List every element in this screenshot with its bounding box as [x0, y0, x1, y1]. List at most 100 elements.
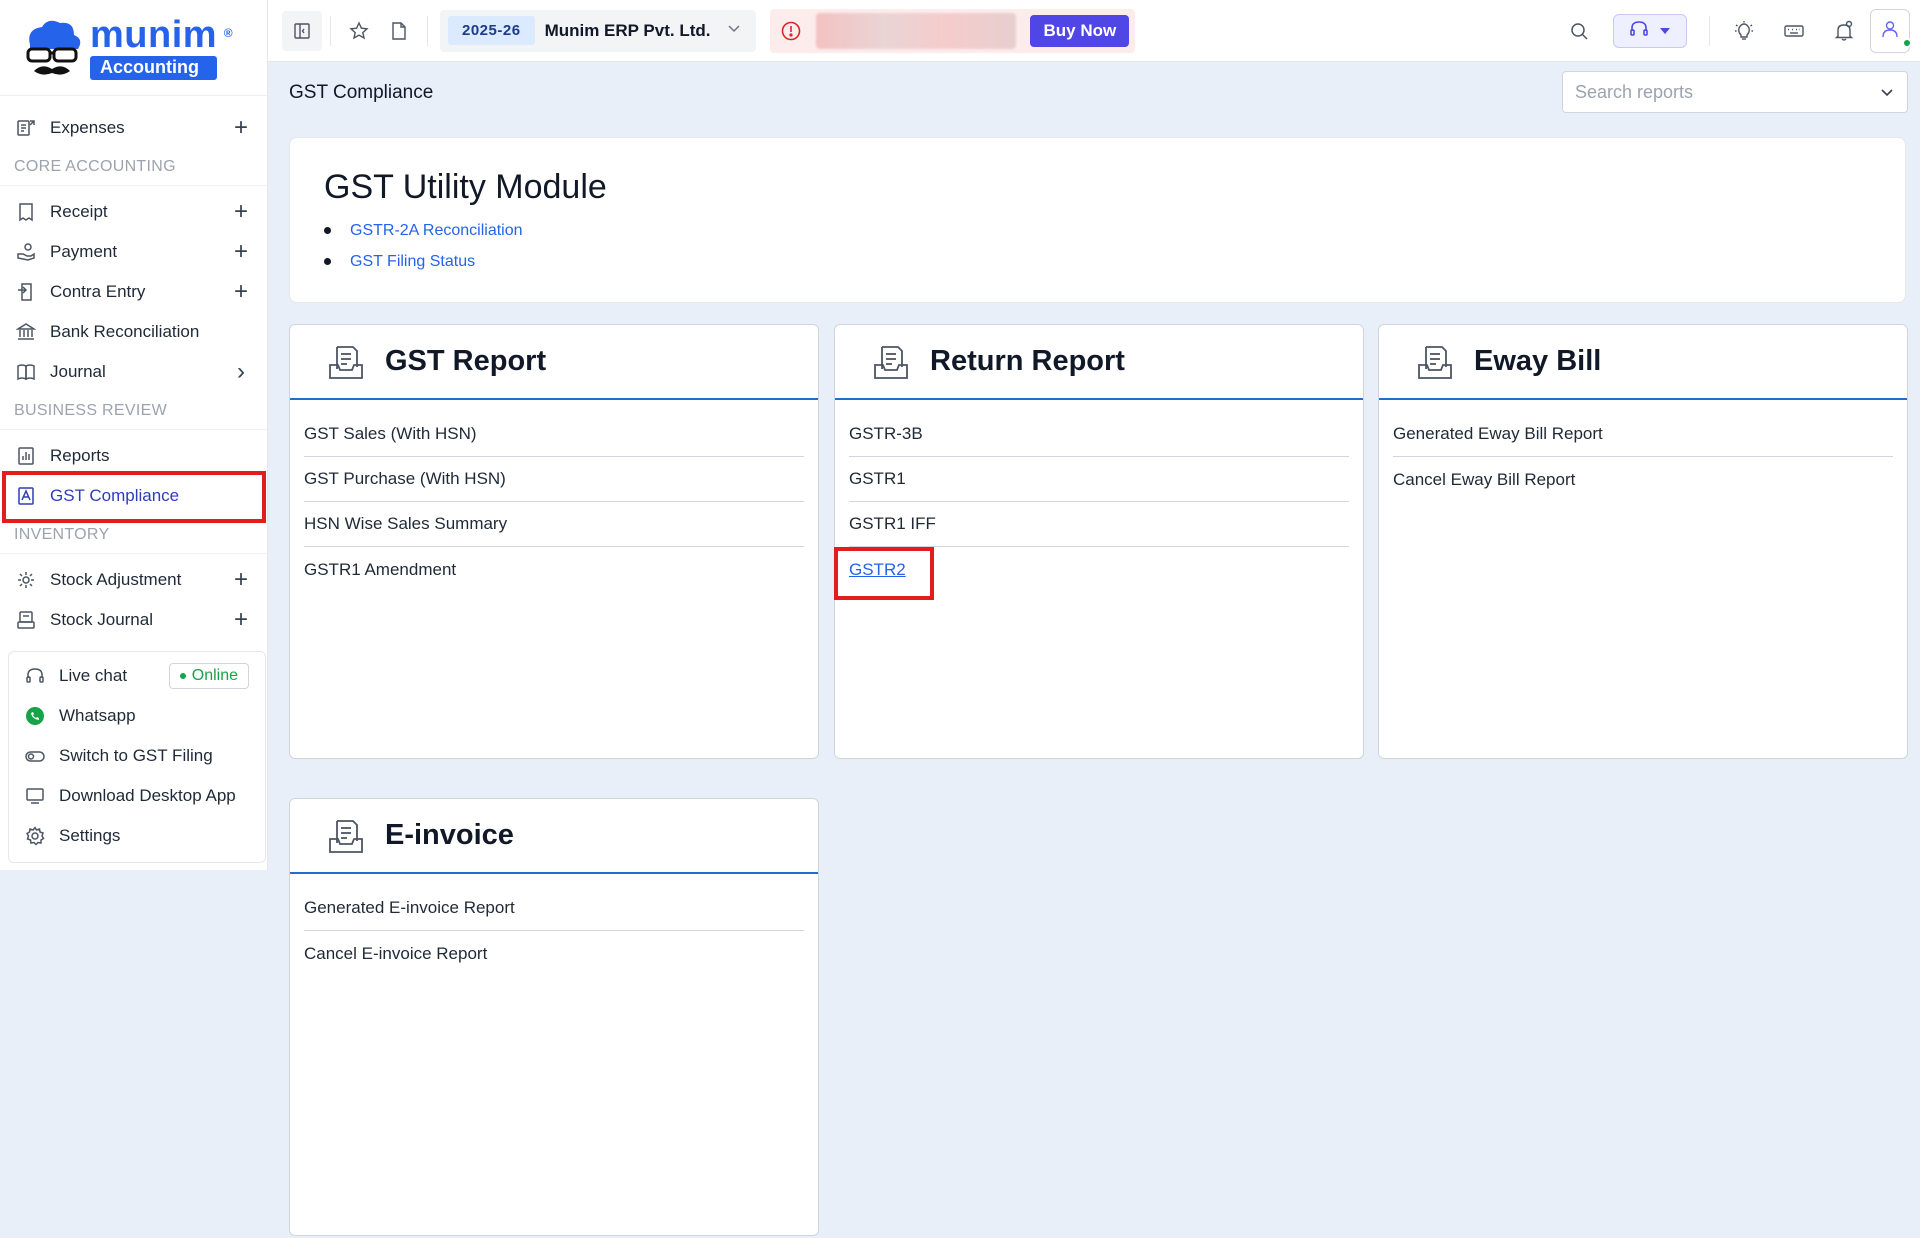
report-link-cancel-einvoice[interactable]: Cancel E-invoice Report	[304, 931, 804, 976]
live-chat-item[interactable]: Live chat Online	[9, 656, 265, 696]
return-report-card: Return Report GSTR-3B GSTR1 GSTR1 IFF GS…	[834, 324, 1364, 759]
highlight-gst-compliance	[2, 471, 266, 523]
online-status-badge: Online	[168, 663, 249, 689]
report-link-generated-eway[interactable]: Generated Eway Bill Report	[1393, 412, 1893, 457]
sidebar-item-stock-journal[interactable]: Stock Journal +	[0, 600, 267, 640]
card-title: GST Report	[385, 345, 547, 377]
sidebar-item-bank-reconciliation[interactable]: Bank Reconciliation	[0, 312, 267, 352]
highlight-gstr2	[834, 547, 934, 600]
report-link-gstr1[interactable]: GSTR1	[849, 457, 1349, 502]
user-avatar[interactable]	[1870, 9, 1912, 53]
sidebar-item-receipt[interactable]: Receipt +	[0, 192, 267, 232]
report-tray-icon	[1416, 343, 1454, 381]
utility-link-item: GSTR-2A Reconciliation	[324, 215, 1905, 246]
search-reports-input[interactable]	[1575, 81, 1879, 103]
whatsapp-label: Whatsapp	[59, 706, 136, 725]
download-label: Download Desktop App	[59, 786, 236, 805]
chevron-down-icon	[1879, 84, 1895, 100]
report-tray-icon	[327, 343, 365, 381]
keyboard-icon[interactable]	[1774, 11, 1814, 51]
add-receipt-button[interactable]: +	[231, 200, 251, 224]
section-business-review: BUSINESS REVIEW	[0, 392, 267, 430]
report-link-generated-einvoice[interactable]: Generated E-invoice Report	[304, 886, 804, 931]
payment-icon	[14, 240, 38, 264]
company-name: Munim ERP Pvt. Ltd.	[544, 20, 711, 40]
gst-report-card: GST Report GST Sales (With HSN) GST Purc…	[289, 324, 819, 759]
add-stock-journal-button[interactable]: +	[231, 608, 251, 632]
settings-label: Settings	[59, 826, 121, 845]
support-dropdown-button[interactable]	[1613, 14, 1687, 48]
whatsapp-item[interactable]: Whatsapp	[9, 696, 265, 736]
online-indicator	[1902, 38, 1912, 48]
card-title: Return Report	[930, 345, 1125, 377]
section-core-accounting: CORE ACCOUNTING	[0, 148, 267, 186]
sidebar-item-label: Reports	[50, 446, 110, 465]
topbar: 2025-26 Munim ERP Pvt. Ltd. Buy Now	[268, 0, 1920, 62]
document-icon[interactable]	[379, 11, 419, 51]
switch-gst-label: Switch to GST Filing	[59, 746, 213, 765]
download-desktop-item[interactable]: Download Desktop App	[9, 776, 265, 816]
bell-icon[interactable]	[1824, 11, 1864, 51]
gear-icon	[23, 824, 47, 848]
search-icon[interactable]	[1559, 11, 1599, 51]
sidebar-item-contra-entry[interactable]: Contra Entry +	[0, 272, 267, 312]
receipt-icon	[14, 200, 38, 224]
report-link-gst-sales[interactable]: GST Sales (With HSN)	[304, 412, 804, 457]
live-chat-label: Live chat	[59, 666, 128, 685]
gst-utility-card: GST Utility Module GSTR-2A Reconciliatio…	[289, 137, 1906, 303]
sidebar-item-label: Journal	[50, 362, 106, 381]
headset-icon	[23, 664, 47, 688]
sidebar-item-stock-adjustment[interactable]: Stock Adjustment +	[0, 560, 267, 600]
report-link-hsn-summary[interactable]: HSN Wise Sales Summary	[304, 502, 804, 547]
chevron-right-icon[interactable]: ›	[231, 360, 251, 384]
gst-filing-status-link[interactable]: GST Filing Status	[350, 253, 475, 271]
switch-gst-filing-item[interactable]: Switch to GST Filing	[9, 736, 265, 776]
gstr2a-reconciliation-link[interactable]: GSTR-2A Reconciliation	[350, 222, 523, 240]
financial-year-badge: 2025-26	[448, 16, 535, 45]
stock-journal-icon	[14, 608, 38, 632]
add-stock-adjustment-button[interactable]: +	[231, 568, 251, 592]
report-link-gstr1-iff[interactable]: GSTR1 IFF	[849, 502, 1349, 547]
caret-down-icon	[1659, 22, 1671, 40]
sidebar-item-reports[interactable]: Reports	[0, 436, 267, 476]
card-title: Eway Bill	[1474, 345, 1602, 377]
sidebar-item-journal[interactable]: Journal ›	[0, 352, 267, 392]
einvoice-card: E-invoice Generated E-invoice Report Can…	[289, 798, 819, 1236]
brand-logo[interactable]: munim ® Accounting	[0, 0, 267, 96]
brand-name: munim ®	[90, 13, 234, 56]
buy-now-button[interactable]: Buy Now	[1030, 14, 1130, 47]
star-icon[interactable]	[339, 11, 379, 51]
sidebar-item-expenses[interactable]: Expenses +	[0, 108, 267, 148]
expenses-icon	[14, 116, 38, 140]
search-reports-dropdown[interactable]	[1562, 71, 1908, 113]
sidebar-item-label: Bank Reconciliation	[50, 322, 200, 341]
add-expense-button[interactable]: +	[231, 116, 251, 140]
monitor-icon	[23, 784, 47, 808]
sidebar: munim ® Accounting Expenses + CORE ACCOUN…	[0, 0, 268, 870]
sidebar-item-label: Stock Journal	[50, 610, 153, 629]
add-payment-button[interactable]: +	[231, 240, 251, 264]
company-selector[interactable]: 2025-26 Munim ERP Pvt. Ltd.	[440, 9, 757, 52]
user-icon	[1880, 19, 1900, 44]
report-tray-icon	[327, 817, 365, 855]
brand-sub: Accounting	[90, 55, 218, 80]
add-contra-button[interactable]: +	[231, 280, 251, 304]
lightbulb-icon[interactable]	[1724, 11, 1764, 51]
report-tray-icon	[872, 343, 910, 381]
munim-mascot-icon	[20, 15, 86, 81]
reports-icon	[14, 444, 38, 468]
utility-link-item: GST Filing Status	[324, 246, 1905, 277]
report-link-gstr1-amendment[interactable]: GSTR1 Amendment	[304, 547, 804, 592]
sidebar-item-payment[interactable]: Payment +	[0, 232, 267, 272]
sidebar-item-label: Contra Entry	[50, 282, 146, 301]
settings-item[interactable]: Settings	[9, 816, 265, 856]
contra-icon	[14, 280, 38, 304]
report-link-gst-purchase[interactable]: GST Purchase (With HSN)	[304, 457, 804, 502]
sidebar-toggle-icon[interactable]	[282, 10, 322, 51]
utility-title: GST Utility Module	[324, 168, 607, 206]
report-link-cancel-eway[interactable]: Cancel Eway Bill Report	[1393, 457, 1893, 502]
page-header: GST Compliance	[276, 63, 1920, 122]
report-link-gstr3b[interactable]: GSTR-3B	[849, 412, 1349, 457]
page-title: GST Compliance	[289, 81, 434, 103]
toggle-icon	[23, 744, 47, 768]
